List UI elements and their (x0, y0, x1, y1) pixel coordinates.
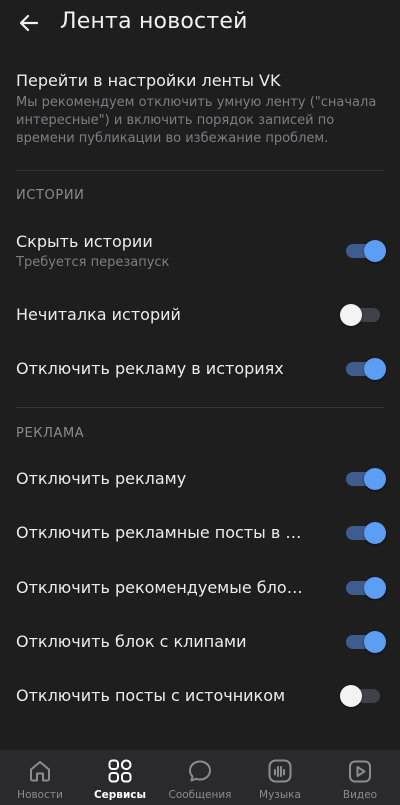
tab-label: Новости (17, 789, 63, 801)
back-button[interactable] (14, 8, 44, 38)
tab-label: Сервисы (93, 789, 147, 801)
tab-label: Сообщения (168, 789, 232, 801)
tab-video[interactable]: Видео (320, 750, 400, 805)
section-header-stories: ИСТОРИИ (16, 188, 85, 203)
tab-label: Видео (342, 789, 378, 801)
tab-messages[interactable]: Сообщения (160, 750, 240, 805)
toggle-disable-ads[interactable] (346, 468, 386, 490)
tab-label: Музыка (259, 789, 301, 801)
toggle-disable-group-ad-posts[interactable] (346, 522, 386, 544)
arrow-left-icon (19, 14, 39, 32)
setting-disable-recommended-blocks[interactable]: Отключить рекомендуемые блоки (0, 561, 400, 615)
setting-label: Отключить рекламу в историях (16, 359, 284, 378)
setting-disable-source-posts[interactable]: Отключить посты с источником (0, 669, 400, 723)
toggle-disable-source-posts[interactable] (340, 685, 380, 707)
setting-disable-ads[interactable]: Отключить рекламу (0, 452, 400, 506)
music-icon (268, 759, 292, 783)
setting-label: Отключить рекламные посты в груп… (16, 523, 306, 542)
tab-music[interactable]: Музыка (240, 750, 320, 805)
toggle-disable-clips-block[interactable] (346, 631, 386, 653)
tab-news[interactable]: Новости (0, 750, 80, 805)
setting-label: Отключить рекомендуемые блоки (16, 578, 306, 597)
setting-label: Отключить рекламу (16, 469, 187, 488)
tab-services[interactable]: Сервисы (80, 750, 160, 805)
setting-hide-stories[interactable]: Скрыть истории Требуется перезапуск (0, 226, 400, 278)
app-header: Лента новостей (0, 0, 400, 48)
setting-disable-clips-block[interactable]: Отключить блок с клипами (0, 615, 400, 669)
section-header-ads: РЕКЛАМА (16, 426, 85, 441)
divider (16, 407, 384, 408)
setting-label: Отключить посты с источником (16, 686, 286, 705)
bottom-tab-bar: Новости Сервисы Сообщения Музыка Видео (0, 750, 400, 805)
setting-label: Скрыть истории (16, 232, 153, 251)
setting-story-unread[interactable]: Нечиталка историй (0, 288, 400, 342)
toggle-story-unread[interactable] (340, 304, 380, 326)
home-icon (30, 761, 50, 782)
setting-disable-group-ad-posts[interactable]: Отключить рекламные посты в груп… (0, 506, 400, 560)
setting-label: Нечиталка историй (16, 305, 181, 324)
toggle-disable-story-ads[interactable] (346, 358, 386, 380)
setting-label: Отключить блок с клипами (16, 632, 247, 651)
chat-bubble-icon (189, 760, 211, 782)
video-play-icon (349, 760, 371, 783)
divider (16, 170, 384, 171)
setting-disable-story-ads[interactable]: Отключить рекламу в историях (0, 342, 400, 396)
toggle-disable-recommended-blocks[interactable] (346, 577, 386, 599)
vk-feed-settings-description: Мы рекомендуем отключить умную ленту ("с… (16, 95, 377, 146)
vk-feed-settings-link[interactable]: Перейти в настройки ленты VK Мы рекоменд… (0, 64, 400, 160)
vk-feed-settings-title: Перейти в настройки ленты VK (16, 71, 281, 90)
toggle-hide-stories[interactable] (346, 240, 386, 262)
setting-sublabel: Требуется перезапуск (16, 255, 170, 270)
services-grid-icon (108, 759, 132, 783)
page-title: Лента новостей (60, 9, 248, 34)
